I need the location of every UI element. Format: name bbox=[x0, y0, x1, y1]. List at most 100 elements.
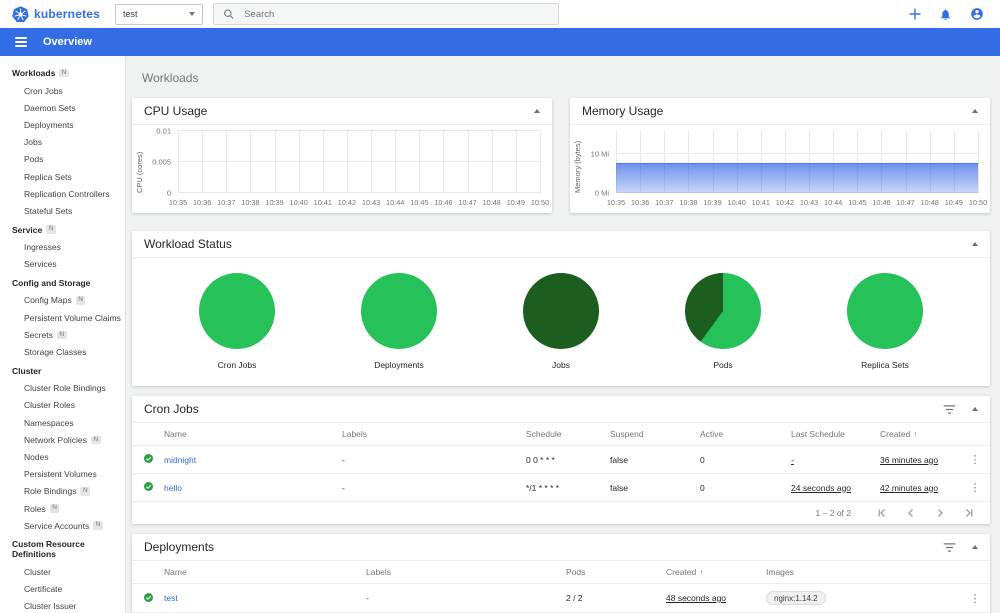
row-menu-button[interactable]: ⋮ bbox=[960, 445, 990, 474]
cron-jobs-table: Name Labels Schedule Suspend Active Last… bbox=[132, 423, 990, 502]
page-title: Overview bbox=[43, 36, 92, 48]
namespaced-badge: N bbox=[46, 225, 56, 234]
column-header-name[interactable]: Name bbox=[160, 561, 362, 584]
sidebar-item-roles[interactable]: Roles N bbox=[0, 500, 125, 517]
sidebar-section-custom-resource-definitions[interactable]: Custom Resource Definitions bbox=[0, 534, 125, 563]
column-header-active[interactable]: Active bbox=[696, 423, 787, 446]
column-header-labels[interactable]: Labels bbox=[362, 561, 562, 584]
column-header-created[interactable]: Created ↑ bbox=[662, 561, 762, 584]
status-success-icon bbox=[144, 454, 153, 463]
sidebar-item-persistent-volumes[interactable]: Persistent Volumes bbox=[0, 466, 125, 483]
sidebar-item-crd-cluster-issuer[interactable]: Cluster Issuer bbox=[0, 598, 125, 613]
item-label: Certificate bbox=[24, 584, 63, 595]
area-series-fill bbox=[616, 162, 978, 193]
sidebar-item-ingresses[interactable]: Ingresses bbox=[0, 239, 125, 256]
previous-page-button[interactable] bbox=[906, 508, 916, 518]
sidebar-item-crd-certificate[interactable]: Certificate bbox=[0, 581, 125, 598]
collapse-caret-icon[interactable] bbox=[972, 545, 978, 549]
item-label: Persistent Volume Claims bbox=[24, 312, 121, 323]
sidebar-item-replication-controllers[interactable]: Replication Controllers bbox=[0, 185, 125, 202]
item-label: Jobs bbox=[24, 137, 42, 148]
sidebar-section-config-and-storage[interactable]: Config and Storage bbox=[0, 273, 125, 292]
logo-wordmark: kubernetes bbox=[34, 7, 101, 21]
sidebar-item-stateful-sets[interactable]: Stateful Sets bbox=[0, 202, 125, 219]
pie-circle bbox=[523, 273, 599, 349]
sidebar-item-nodes[interactable]: Nodes bbox=[0, 448, 125, 465]
column-header-suspend[interactable]: Suspend bbox=[606, 423, 696, 446]
column-header-images[interactable]: Images bbox=[762, 561, 960, 584]
last-page-button[interactable] bbox=[964, 508, 974, 518]
filter-button[interactable] bbox=[943, 542, 956, 553]
sidebar-item-daemon-sets[interactable]: Daemon Sets bbox=[0, 99, 125, 116]
menu-hamburger-button[interactable] bbox=[13, 34, 29, 50]
pie-label: Pods bbox=[713, 360, 733, 370]
sidebar-item-config-maps[interactable]: Config Maps N bbox=[0, 292, 125, 309]
item-label: Deployments bbox=[24, 119, 74, 130]
cronjob-name-link[interactable]: hello bbox=[164, 483, 182, 493]
cell-labels: - bbox=[338, 445, 522, 474]
column-header-last-schedule[interactable]: Last Schedule bbox=[787, 423, 876, 446]
sidebar-item-services[interactable]: Services bbox=[0, 256, 125, 273]
namespace-selector[interactable]: test bbox=[115, 3, 203, 25]
filter-button[interactable] bbox=[943, 404, 956, 415]
kubernetes-logo[interactable]: kubernetes bbox=[0, 5, 115, 23]
pie-circle bbox=[361, 273, 437, 349]
sidebar-section-cluster[interactable]: Cluster bbox=[0, 361, 125, 380]
sidebar-section-workloads[interactable]: Workloads N bbox=[0, 63, 125, 82]
collapse-caret-icon[interactable] bbox=[972, 407, 978, 411]
pie-circle bbox=[199, 273, 275, 349]
card-title: Memory Usage bbox=[582, 104, 664, 118]
sidebar-item-network-policies[interactable]: Network Policies N bbox=[0, 431, 125, 448]
sidebar-item-pods[interactable]: Pods bbox=[0, 151, 125, 168]
search-bar[interactable] bbox=[213, 3, 559, 25]
collapse-caret-icon[interactable] bbox=[972, 242, 978, 246]
sidebar-item-secrets[interactable]: Secrets N bbox=[0, 326, 125, 343]
next-page-button[interactable] bbox=[935, 508, 945, 518]
column-header-created[interactable]: Created ↑ bbox=[876, 423, 960, 446]
y-axis-ticks: 0 0.005 0.01 bbox=[152, 126, 171, 198]
row-menu-button[interactable]: ⋮ bbox=[960, 583, 990, 613]
first-page-button[interactable] bbox=[877, 508, 887, 518]
cell-active: 0 bbox=[696, 445, 787, 474]
sidebar-section-service[interactable]: Service N bbox=[0, 220, 125, 239]
notifications-bell-button[interactable] bbox=[939, 8, 952, 21]
top-app-bar: kubernetes test bbox=[0, 0, 1000, 28]
sidebar-item-replica-sets[interactable]: Replica Sets bbox=[0, 168, 125, 185]
collapse-caret-icon[interactable] bbox=[534, 109, 540, 113]
sidebar-item-cron-jobs[interactable]: Cron Jobs bbox=[0, 82, 125, 99]
sidebar-item-service-accounts[interactable]: Service Accounts N bbox=[0, 517, 125, 534]
search-input[interactable] bbox=[244, 8, 549, 20]
namespaced-badge: N bbox=[80, 487, 91, 496]
cell-labels: - bbox=[338, 473, 522, 502]
pie-circle bbox=[685, 273, 761, 349]
deployment-name-link[interactable]: test bbox=[164, 593, 178, 603]
namespaced-badge: N bbox=[75, 296, 86, 305]
sidebar-item-cluster-roles[interactable]: Cluster Roles bbox=[0, 397, 125, 414]
column-header-labels[interactable]: Labels bbox=[338, 423, 522, 446]
column-header-name[interactable]: Name bbox=[160, 423, 338, 446]
sidebar-item-deployments[interactable]: Deployments bbox=[0, 116, 125, 133]
create-plus-button[interactable] bbox=[909, 8, 921, 20]
sidebar-item-crd-cluster[interactable]: Cluster bbox=[0, 563, 125, 580]
namespaced-badge: N bbox=[93, 521, 103, 530]
collapse-caret-icon[interactable] bbox=[972, 109, 978, 113]
row-menu-button[interactable]: ⋮ bbox=[960, 473, 990, 502]
sidebar-item-persistent-volume-claims[interactable]: Persistent Volume ClaimsN bbox=[0, 309, 125, 326]
section-label: Custom Resource Definitions bbox=[12, 539, 85, 560]
item-label: Ingresses bbox=[24, 242, 61, 253]
cpu-usage-chart: CPU (cores) 0 0.005 0.01 10:35 10:36 10:37 10… bbox=[132, 125, 552, 213]
user-account-button[interactable] bbox=[970, 7, 984, 21]
sidebar-item-role-bindings[interactable]: Role Bindings N bbox=[0, 483, 125, 500]
item-label: Role Bindings bbox=[24, 486, 77, 497]
card-title: Cron Jobs bbox=[144, 402, 199, 416]
sidebar-item-jobs[interactable]: Jobs bbox=[0, 134, 125, 151]
sidebar-item-namespaces[interactable]: Namespaces bbox=[0, 414, 125, 431]
column-header-pods[interactable]: Pods bbox=[562, 561, 662, 584]
column-header-schedule[interactable]: Schedule bbox=[522, 423, 606, 446]
item-label: Persistent Volumes bbox=[24, 469, 97, 480]
cron-jobs-card: Cron Jobs Name Labels Schedule Suspend A… bbox=[132, 396, 990, 524]
cronjob-name-link[interactable]: midnight bbox=[164, 455, 196, 465]
sidebar-item-cluster-role-bindings[interactable]: Cluster Role Bindings bbox=[0, 380, 125, 397]
cell-suspend: false bbox=[606, 473, 696, 502]
sidebar-item-storage-classes[interactable]: Storage Classes bbox=[0, 343, 125, 360]
